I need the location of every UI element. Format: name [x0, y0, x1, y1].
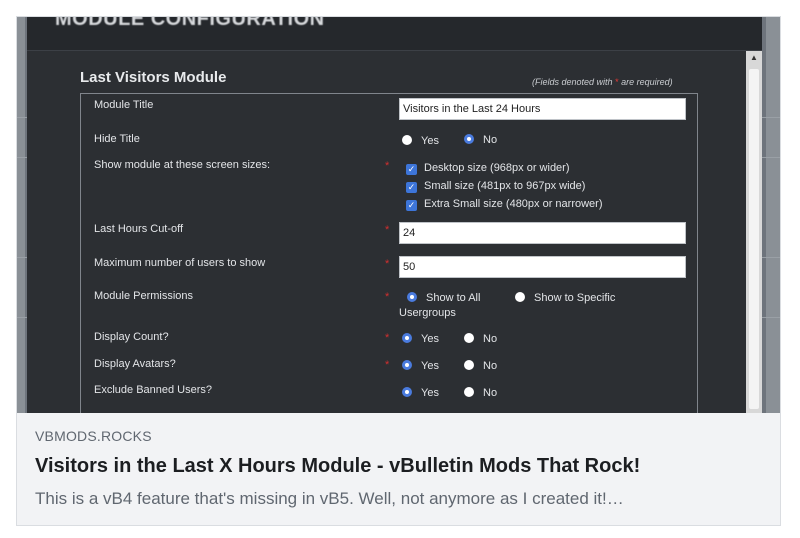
permissions-label: Module Permissions [94, 290, 194, 302]
show-to-all-label: Show to All [426, 292, 481, 304]
radio-unselected-icon[interactable] [464, 360, 474, 370]
required-marker: * [385, 359, 390, 371]
background-page-right [766, 17, 780, 413]
radio-selected-icon[interactable] [402, 387, 412, 397]
link-title[interactable]: Visitors in the Last X Hours Module - vB… [35, 455, 640, 478]
display-count-no-option[interactable]: No [464, 333, 497, 345]
screen-sizes-label: Show module at these screen sizes: [94, 159, 271, 171]
desktop-size-checkbox[interactable]: ✓ Desktop size (968px or wider) [406, 162, 570, 175]
modal-header-title: MODULE CONFIGURATION [55, 17, 325, 30]
hide-title-label: Hide Title [94, 133, 140, 145]
small-size-label: Small size (481px to 967px wide) [424, 180, 586, 192]
display-avatars-yes-label: Yes [421, 360, 439, 372]
exclude-banned-no-label: No [483, 387, 498, 399]
cutoff-label: Last Hours Cut-off [94, 223, 184, 235]
cutoff-input[interactable]: 24 [399, 222, 686, 244]
required-marker: * [385, 291, 390, 303]
hide-title-no-label: No [483, 134, 498, 146]
link-description[interactable]: This is a vB4 feature that's missing in … [35, 489, 760, 509]
display-avatars-yes-option[interactable]: Yes [402, 360, 439, 372]
hide-title-no-option[interactable]: No [464, 134, 497, 146]
module-config-modal: MODULE CONFIGURATION ▲ Last Visitors Mod… [27, 17, 762, 413]
preview-image: MODULE CONFIGURATION ▲ Last Visitors Mod… [17, 17, 780, 413]
scroll-thumb[interactable] [749, 69, 759, 409]
show-to-all-option[interactable]: Show to All [407, 292, 480, 304]
modal-header: MODULE CONFIGURATION [27, 17, 762, 51]
radio-unselected-icon[interactable] [464, 333, 474, 343]
exclude-banned-yes-option[interactable]: Yes [402, 387, 439, 399]
radio-unselected-icon[interactable] [402, 135, 412, 145]
link-domain[interactable]: VBMODS.ROCKS [35, 428, 152, 444]
background-page-left [17, 17, 25, 413]
radio-selected-icon[interactable] [402, 333, 412, 343]
desktop-size-label: Desktop size (968px or wider) [424, 162, 570, 174]
required-marker: * [385, 160, 390, 172]
required-star: * [615, 77, 619, 87]
radio-unselected-icon[interactable] [464, 387, 474, 397]
radio-selected-icon[interactable] [407, 292, 417, 302]
required-marker: * [385, 332, 390, 344]
checkbox-checked-icon[interactable]: ✓ [406, 200, 417, 211]
display-count-yes-option[interactable]: Yes [402, 333, 439, 345]
hide-title-yes-option[interactable]: Yes [402, 135, 439, 147]
link-preview-card[interactable]: MODULE CONFIGURATION ▲ Last Visitors Mod… [16, 16, 781, 526]
checkbox-checked-icon[interactable]: ✓ [406, 164, 417, 175]
section-title: Last Visitors Module [80, 69, 227, 86]
required-note: (Fields denoted with * are required) [532, 77, 673, 87]
required-note-suffix: are required) [621, 77, 673, 87]
usergroups-label: Usergroups [399, 307, 456, 319]
required-note-prefix: (Fields denoted with [532, 77, 613, 87]
required-marker: * [385, 258, 390, 270]
display-avatars-label: Display Avatars? [94, 358, 176, 370]
max-users-label: Maximum number of users to show [94, 257, 266, 269]
extra-small-size-checkbox[interactable]: ✓ Extra Small size (480px or narrower) [406, 198, 603, 211]
display-count-yes-label: Yes [421, 333, 439, 345]
display-count-label: Display Count? [94, 331, 169, 343]
required-marker: * [385, 224, 390, 236]
display-count-no-label: No [483, 333, 498, 345]
display-avatars-no-label: No [483, 360, 498, 372]
module-title-input[interactable]: Visitors in the Last 24 Hours [399, 98, 686, 120]
radio-selected-icon[interactable] [464, 134, 474, 144]
hide-title-yes-label: Yes [421, 135, 439, 147]
checkbox-checked-icon[interactable]: ✓ [406, 182, 417, 193]
exclude-banned-label: Exclude Banned Users? [94, 384, 213, 396]
radio-unselected-icon[interactable] [515, 292, 525, 302]
radio-selected-icon[interactable] [402, 360, 412, 370]
max-users-input[interactable]: 50 [399, 256, 686, 278]
show-to-specific-option[interactable]: Show to Specific [515, 292, 615, 304]
scroll-up-arrow-icon[interactable]: ▲ [746, 51, 762, 65]
exclude-banned-yes-label: Yes [421, 387, 439, 399]
extra-small-size-label: Extra Small size (480px or narrower) [424, 198, 603, 210]
small-size-checkbox[interactable]: ✓ Small size (481px to 967px wide) [406, 180, 585, 193]
exclude-banned-no-option[interactable]: No [464, 387, 497, 399]
modal-scrollbar[interactable]: ▲ [746, 51, 762, 413]
display-avatars-no-option[interactable]: No [464, 360, 497, 372]
module-title-label: Module Title [94, 99, 154, 111]
show-to-specific-label: Show to Specific [534, 292, 616, 304]
